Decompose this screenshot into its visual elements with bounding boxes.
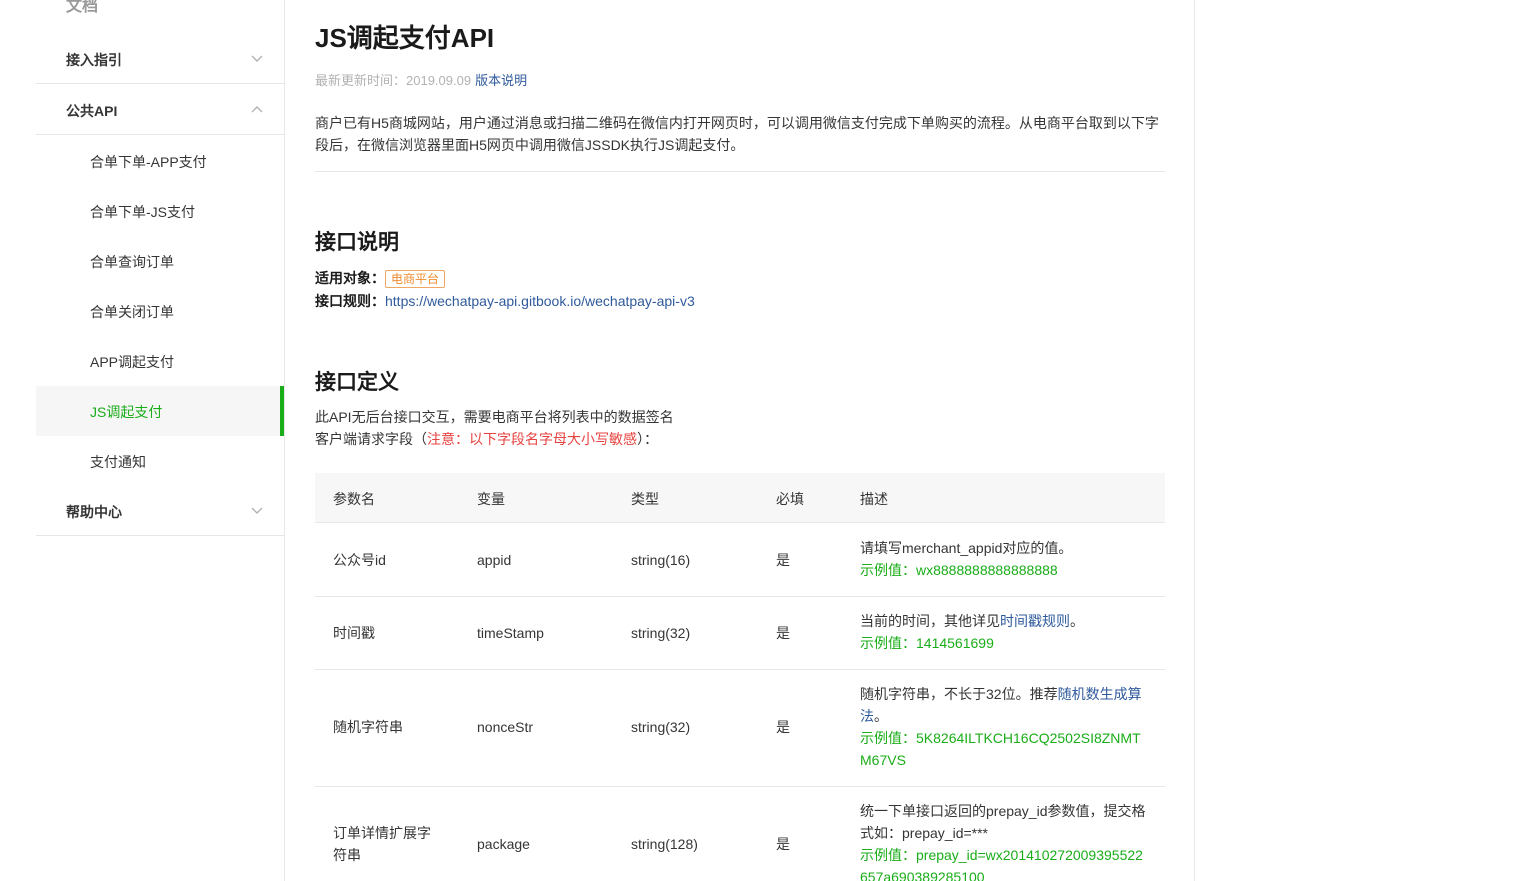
definition-line-2: 客户端请求字段（注意：以下字段名字母大小写敏感）：	[315, 428, 658, 450]
sidebar-item-label: 合单下单-JS支付	[90, 204, 195, 220]
sidebar-item-label: 支付通知	[90, 454, 146, 470]
param-type: string(128)	[631, 836, 698, 852]
param-description: 随机字符串，不长于32位。推荐随机数生成算法。 示例值：5K8264ILTKCH…	[860, 683, 1150, 771]
sidebar-item-label: APP调起支付	[90, 354, 175, 370]
platform-tag: 电商平台	[385, 270, 446, 289]
definition-prefix: 客户端请求字段（	[315, 431, 427, 447]
sidebar-item-label: JS调起支付	[90, 404, 163, 420]
param-description: 统一下单接口返回的prepay_id参数值，提交格式如：prepay_id=**…	[860, 800, 1150, 881]
definition-line-1: 此API无后台接口交互，需要电商平台将列表中的数据签名	[315, 409, 674, 425]
header-variable: 变量	[477, 491, 505, 507]
param-variable: package	[477, 836, 530, 852]
sidebar-item-js-invoke-pay[interactable]: JS调起支付	[36, 386, 284, 436]
param-variable: timeStamp	[477, 625, 544, 641]
sidebar-item-label: 合单查询订单	[90, 254, 174, 270]
sidebar-section-title: 文档	[66, 0, 99, 15]
divider	[315, 171, 1165, 172]
update-label: 最新更新时间：	[315, 73, 407, 88]
sidebar-group-label: 帮助中心	[66, 504, 122, 520]
param-name: 订单详情扩展字符串	[333, 825, 431, 863]
sidebar-item-payment-notify[interactable]: 支付通知	[36, 436, 284, 486]
param-type: string(32)	[631, 719, 691, 735]
version-notes-link[interactable]: 版本说明	[475, 73, 527, 88]
chevron-down-icon	[251, 55, 263, 62]
description-prefix: 当前的时间，其他详见	[860, 613, 1000, 629]
example-value: 示例值：5K8264ILTKCH16CQ2502SI8ZNMTM67VS	[860, 730, 1141, 768]
sidebar-group-label: 接入指引	[66, 52, 122, 68]
description-text: 当前的时间，其他详见时间戳规则。	[860, 610, 1150, 632]
param-description: 请填写merchant_appid对应的值。 示例值：wx88888888888…	[860, 537, 1150, 581]
sidebar-group-public-api[interactable]: 公共API	[36, 85, 284, 135]
param-variable: nonceStr	[477, 719, 534, 735]
header-required: 必填	[776, 491, 804, 507]
param-required: 是	[776, 719, 790, 735]
section-title-interface-def: 接口定义	[315, 371, 399, 394]
sidebar-item-combined-order-js[interactable]: 合单下单-JS支付	[36, 186, 284, 236]
description-text: 统一下单接口返回的prepay_id参数值，提交格式如：prepay_id=**…	[860, 803, 1146, 841]
param-name: 公众号id	[333, 552, 386, 568]
chevron-up-icon	[251, 106, 263, 113]
update-date: 2019.09.09	[406, 73, 472, 88]
example-value: 示例值：1414561699	[860, 635, 994, 651]
sidebar-group-help-center[interactable]: 帮助中心	[36, 486, 284, 536]
table-row: 订单详情扩展字符串 package string(128) 是 统一下单接口返回…	[315, 787, 1165, 881]
sidebar-item-app-invoke-pay[interactable]: APP调起支付	[36, 336, 284, 386]
param-type: string(32)	[631, 625, 691, 641]
applies-to-row: 适用对象： 电商平台	[315, 267, 446, 289]
example-value: 示例值：wx8888888888888888	[860, 562, 1058, 578]
description-text: 请填写merchant_appid对应的值。	[860, 540, 1073, 556]
param-required: 是	[776, 625, 790, 641]
content-right-border	[1194, 0, 1195, 881]
description-text: 随机字符串，不长于32位。推荐随机数生成算法。	[860, 683, 1150, 727]
definition-suffix: ）：	[637, 431, 658, 447]
header-type: 类型	[631, 491, 659, 507]
section-title-interface-desc: 接口说明	[315, 231, 399, 254]
interface-rule-key: 接口规则：	[315, 293, 385, 309]
table-row: 随机字符串 nonceStr string(32) 是 随机字符串，不长于32位…	[315, 670, 1165, 787]
table-header: 参数名 变量 类型 必填 描述	[315, 473, 1165, 523]
param-variable: appid	[477, 552, 512, 568]
chevron-down-icon	[251, 507, 263, 514]
sidebar-item-label: 合单关闭订单	[90, 304, 174, 320]
applies-to-key: 适用对象：	[315, 270, 385, 286]
example-value: 示例值：prepay_id=wx201410272009395522657a69…	[860, 847, 1143, 881]
description-suffix: 。	[874, 708, 888, 724]
header-description: 描述	[860, 491, 888, 507]
timestamp-rule-link[interactable]: 时间戳规则	[1000, 613, 1070, 629]
sidebar-group-access-guide[interactable]: 接入指引	[36, 34, 284, 84]
header-param-name: 参数名	[333, 491, 375, 507]
page-title: JS调起支付API	[315, 23, 495, 53]
param-description: 当前的时间，其他详见时间戳规则。 示例值：1414561699	[860, 610, 1150, 654]
param-name: 时间戳	[333, 625, 375, 641]
sidebar-item-combined-order-app[interactable]: 合单下单-APP支付	[36, 136, 284, 186]
param-name: 随机字符串	[333, 719, 403, 735]
case-sensitive-warning: 注意：以下字段名字母大小写敏感	[427, 431, 637, 447]
sidebar-item-combined-close[interactable]: 合单关闭订单	[36, 286, 284, 336]
description-prefix: 随机字符串，不长于32位。推荐	[860, 686, 1058, 702]
intro-paragraph: 商户已有H5商城网站，用户通过消息或扫描二维码在微信内打开网页时，可以调用微信支…	[315, 115, 1159, 153]
sidebar-nav: 文档 接入指引 公共API 合单下单-APP支付 合单下单-JS支付 合单查询订…	[36, 0, 284, 881]
param-required: 是	[776, 836, 790, 852]
table-row: 时间戳 timeStamp string(32) 是 当前的时间，其他详见时间戳…	[315, 597, 1165, 670]
description-suffix: 。	[1070, 613, 1084, 629]
interface-rule-link[interactable]: https://wechatpay-api.gitbook.io/wechatp…	[385, 293, 695, 309]
interface-rule-row: 接口规则：https://wechatpay-api.gitbook.io/we…	[315, 290, 695, 312]
update-meta: 最新更新时间：2019.09.09 版本说明	[315, 70, 527, 89]
param-type: string(16)	[631, 552, 691, 568]
param-required: 是	[776, 552, 790, 568]
table-row: 公众号id appid string(16) 是 请填写merchant_app…	[315, 524, 1165, 597]
sidebar-group-label: 公共API	[66, 103, 118, 119]
sidebar-divider	[284, 0, 285, 881]
sidebar-item-combined-query[interactable]: 合单查询订单	[36, 236, 284, 286]
sidebar-item-label: 合单下单-APP支付	[90, 154, 207, 170]
